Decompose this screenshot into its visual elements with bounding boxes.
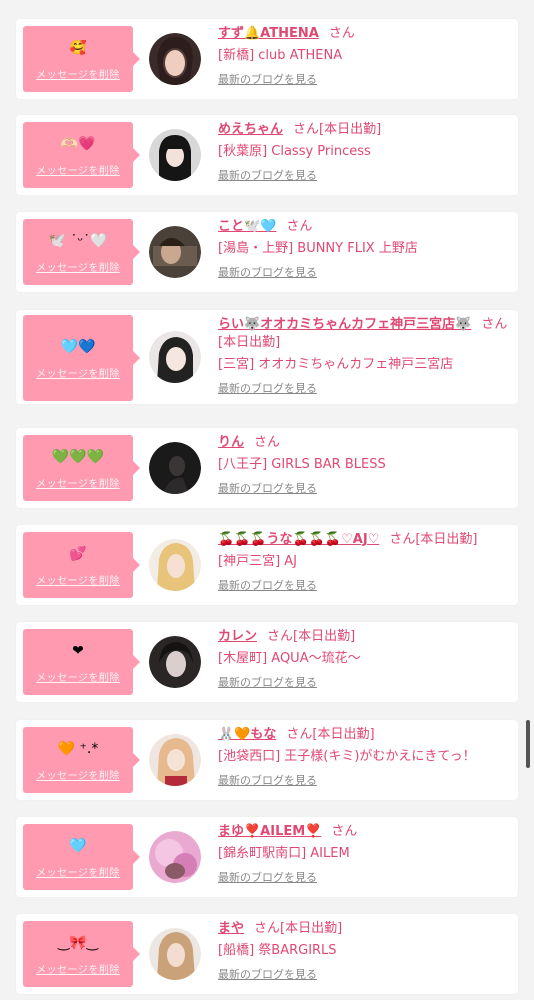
- stamp-emoji: 🩵💙: [60, 339, 96, 355]
- honorific: さん: [267, 629, 294, 644]
- status-text: [本日出勤]: [280, 921, 343, 936]
- latest-blog-link[interactable]: 最新のブログを見る: [218, 869, 317, 885]
- honorific: さん: [331, 824, 358, 839]
- delete-message-link[interactable]: メッセージを削除: [23, 475, 133, 490]
- message-card: 🩵 メッセージを削除 まゆ❣️AILEM❣️ さん [錦糸町駅南口] AILEM …: [16, 817, 518, 897]
- stamp-bubble[interactable]: 🥰 メッセージを削除: [23, 26, 140, 92]
- latest-blog-link[interactable]: 最新のブログを見る: [218, 772, 317, 788]
- stamp-emoji: 🧡 ⁺.*: [57, 741, 99, 757]
- honorific: さん: [254, 435, 281, 450]
- delete-message-link[interactable]: メッセージを削除: [23, 767, 133, 782]
- shop-text: [八王子] GIRLS BAR BLESS: [218, 457, 386, 472]
- latest-blog-link[interactable]: 最新のブログを見る: [218, 577, 317, 593]
- stamp-emoji: 🥰: [69, 40, 87, 56]
- delete-message-link[interactable]: メッセージを削除: [23, 572, 133, 587]
- stamp-emoji: ‿🎀‿: [58, 935, 98, 951]
- message-card: 🥰 メッセージを削除 すず🔔ATHENA さん [新橋] club ATHENA …: [16, 19, 518, 99]
- message-card: 🩵💙 メッセージを削除 らい🐺オオカミちゃんカフェ神戸三宮店🐺 さん[本日出勤] …: [16, 310, 518, 404]
- honorific: さん: [254, 921, 281, 936]
- delete-message-link[interactable]: メッセージを削除: [23, 162, 133, 177]
- message-card: 💚💚💚 メッセージを削除 りん さん [八王子] GIRLS BAR BLESS …: [16, 428, 518, 508]
- sender-name-link[interactable]: カレン: [218, 629, 257, 644]
- latest-blog-link[interactable]: 最新のブログを見る: [218, 380, 317, 396]
- shop-text: [新橋] club ATHENA: [218, 48, 343, 63]
- latest-blog-link[interactable]: 最新のブログを見る: [218, 71, 317, 87]
- avatar[interactable]: [149, 928, 201, 980]
- status-text: [本日出勤]: [293, 629, 356, 644]
- avatar[interactable]: [149, 226, 201, 278]
- stamp-emoji: 🫶🏻💗: [60, 136, 96, 152]
- latest-blog-link[interactable]: 最新のブログを見る: [218, 264, 317, 280]
- sender-name-link[interactable]: すず🔔ATHENA: [218, 26, 319, 41]
- honorific: さん: [293, 122, 320, 137]
- stamp-emoji: ❤︎: [72, 643, 84, 659]
- honorific: さん: [286, 727, 313, 742]
- latest-blog-link[interactable]: 最新のブログを見る: [218, 674, 317, 690]
- delete-message-link[interactable]: メッセージを削除: [23, 259, 133, 274]
- sender-name-link[interactable]: 🍒🍒🍒うな🍒🍒🍒♡AJ♡: [218, 532, 379, 547]
- latest-blog-link[interactable]: 最新のブログを見る: [218, 480, 317, 496]
- avatar[interactable]: [149, 33, 201, 85]
- status-text: [本日出勤]: [319, 122, 382, 137]
- status-text: [本日出勤]: [218, 335, 281, 350]
- sender-name-link[interactable]: りん: [218, 435, 244, 450]
- stamp-emoji: 💕: [69, 546, 87, 562]
- shop-text: [木屋町] AQUA〜琉花〜: [218, 651, 361, 666]
- scrollbar[interactable]: [526, 720, 530, 768]
- delete-message-link[interactable]: メッセージを削除: [23, 961, 133, 976]
- sender-name-link[interactable]: 🐰🧡もな: [218, 727, 276, 742]
- message-card: 💕 メッセージを削除 🍒🍒🍒うな🍒🍒🍒♡AJ♡ さん[本日出勤] [神戸三宮] A…: [16, 525, 518, 605]
- stamp-bubble[interactable]: ❤︎ メッセージを削除: [23, 629, 140, 695]
- stamp-bubble[interactable]: 💕 メッセージを削除: [23, 532, 140, 598]
- sender-name-link[interactable]: めえちゃん: [218, 122, 283, 137]
- shop-text: [錦糸町駅南口] AILEM: [218, 846, 350, 861]
- shop-text: [池袋西口] 王子様(キミ)がむかえにきてっ！: [218, 749, 476, 764]
- stamp-bubble[interactable]: 💚💚💚 メッセージを削除: [23, 435, 140, 501]
- latest-blog-link[interactable]: 最新のブログを見る: [218, 966, 317, 982]
- shop-text: [湯島・上野] BUNNY FLIX 上野店: [218, 241, 418, 256]
- sender-name-link[interactable]: まゆ❣️AILEM❣️: [218, 824, 321, 839]
- message-card: 🫶🏻💗 メッセージを削除 めえちゃん さん[本日出勤] [秋葉原] Classy …: [16, 115, 518, 195]
- delete-message-link[interactable]: メッセージを削除: [23, 365, 133, 380]
- status-text: [本日出勤]: [312, 727, 375, 742]
- delete-message-link[interactable]: メッセージを削除: [23, 66, 133, 81]
- latest-blog-link[interactable]: 最新のブログを見る: [218, 167, 317, 183]
- stamp-bubble[interactable]: ‿🎀‿ メッセージを削除: [23, 921, 140, 987]
- shop-text: [三宮] オオカミちゃんカフェ神戸三宮店: [218, 357, 454, 372]
- avatar[interactable]: [149, 331, 201, 383]
- message-card: 🕊️ ˙ᵕ˙🤍 メッセージを削除 こと🕊️🩵 さん [湯島・上野] BUNNY F…: [16, 212, 518, 292]
- honorific: さん: [328, 26, 355, 41]
- stamp-bubble[interactable]: 🫶🏻💗 メッセージを削除: [23, 122, 140, 188]
- shop-text: [神戸三宮] AJ: [218, 554, 298, 569]
- stamp-bubble[interactable]: 🩵 メッセージを削除: [23, 824, 140, 890]
- avatar[interactable]: [149, 442, 201, 494]
- stamp-emoji: 💚💚💚: [51, 449, 105, 465]
- message-card: 🧡 ⁺.* メッセージを削除 🐰🧡もな さん[本日出勤] [池袋西口] 王子様(キ…: [16, 720, 518, 800]
- avatar[interactable]: [149, 734, 201, 786]
- avatar[interactable]: [149, 831, 201, 883]
- delete-message-link[interactable]: メッセージを削除: [23, 669, 133, 684]
- stamp-bubble[interactable]: 🩵💙 メッセージを削除: [23, 315, 140, 401]
- status-text: [本日出勤]: [415, 532, 478, 547]
- avatar[interactable]: [149, 636, 201, 688]
- stamp-bubble[interactable]: 🧡 ⁺.* メッセージを削除: [23, 727, 140, 793]
- shop-text: [船橋] 祭BARGIRLS: [218, 943, 337, 958]
- stamp-bubble[interactable]: 🕊️ ˙ᵕ˙🤍 メッセージを削除: [23, 219, 140, 285]
- message-card: ‿🎀‿ メッセージを削除 まや さん[本日出勤] [船橋] 祭BARGIRLS 最…: [16, 914, 518, 994]
- avatar[interactable]: [149, 539, 201, 591]
- stamp-emoji: 🩵: [69, 838, 87, 854]
- delete-message-link[interactable]: メッセージを削除: [23, 864, 133, 879]
- sender-name-link[interactable]: こと🕊️🩵: [218, 219, 276, 234]
- shop-text: [秋葉原] Classy Princess: [218, 144, 371, 159]
- honorific: さん: [389, 532, 416, 547]
- honorific: さん: [481, 317, 508, 332]
- stamp-emoji: 🕊️ ˙ᵕ˙🤍: [48, 233, 108, 249]
- avatar[interactable]: [149, 129, 201, 181]
- sender-name-link[interactable]: まや: [218, 921, 244, 936]
- sender-name-link[interactable]: らい🐺オオカミちゃんカフェ神戸三宮店🐺: [218, 317, 471, 332]
- message-card: ❤︎ メッセージを削除 カレン さん[本日出勤] [木屋町] AQUA〜琉花〜 最…: [16, 622, 518, 702]
- honorific: さん: [286, 219, 313, 234]
